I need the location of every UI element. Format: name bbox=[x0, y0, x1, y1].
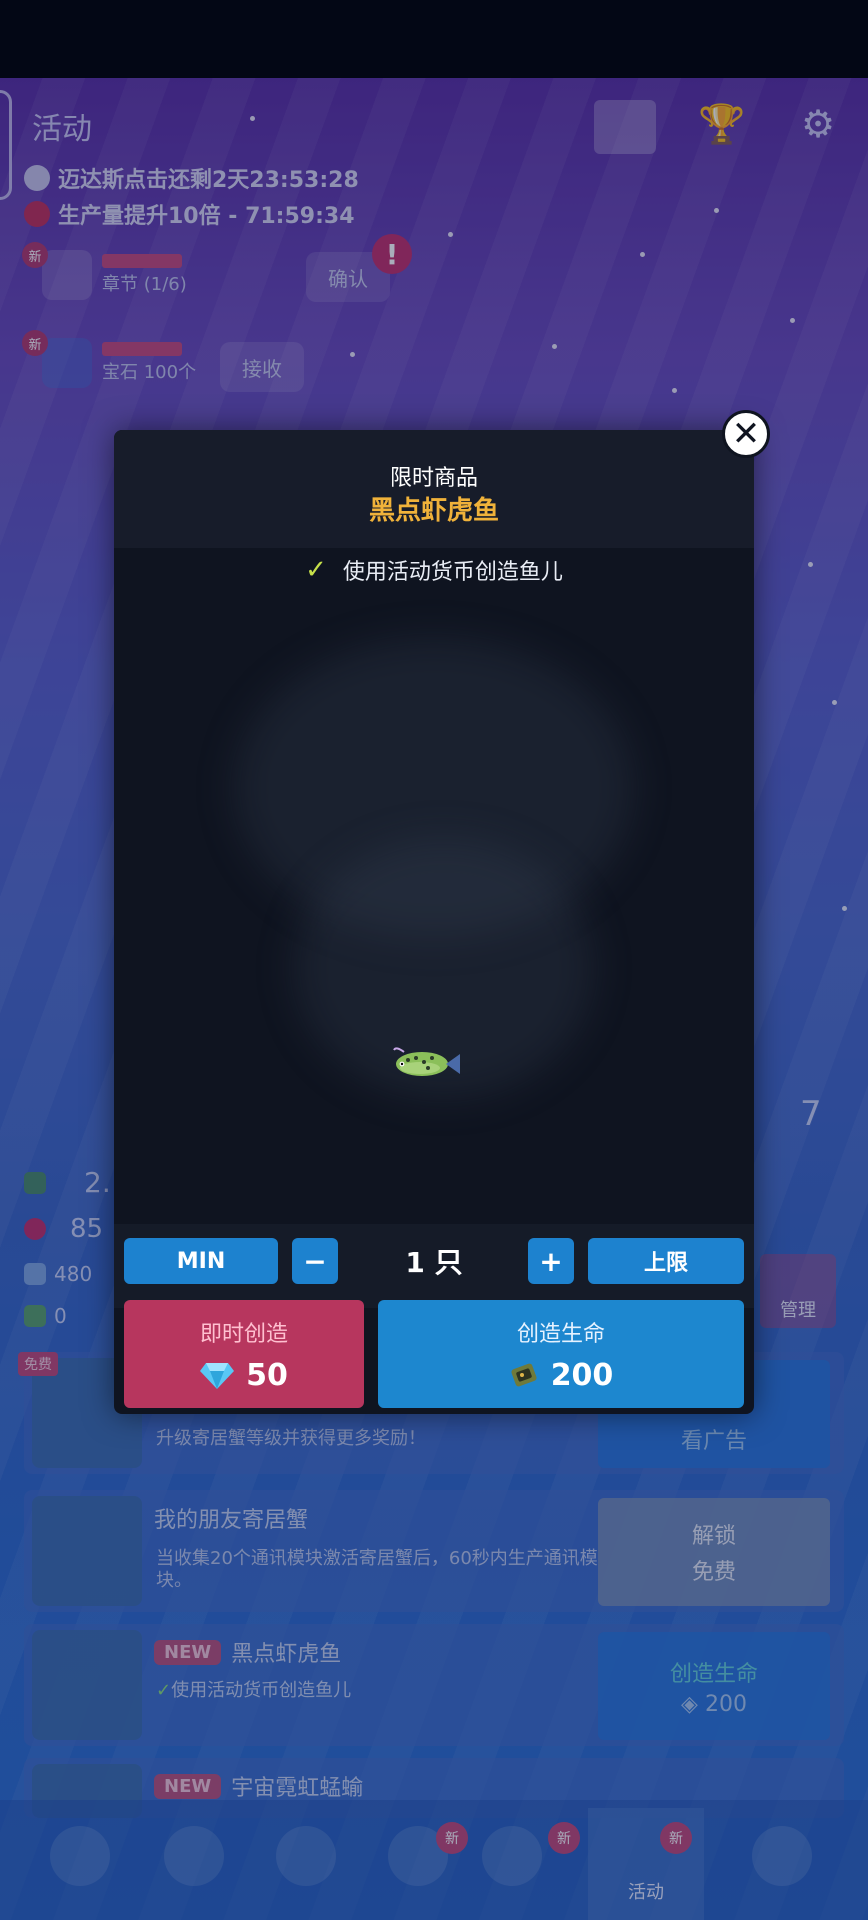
modal-header: 限时商品 黑点虾虎鱼 bbox=[114, 430, 754, 548]
modal-subtitle: 限时商品 bbox=[389, 466, 478, 491]
goby-fish-icon bbox=[393, 1047, 460, 1076]
create-life-cost: 200 bbox=[509, 1357, 614, 1393]
limited-item-modal: 限时商品 黑点虾虎鱼 ✓ 使用活动货币创造鱼儿 MIN − 1 只 + 上限 即 bbox=[114, 430, 754, 1414]
create-life-cost-value: 200 bbox=[550, 1357, 614, 1393]
minus-button[interactable]: − bbox=[292, 1238, 338, 1284]
close-button[interactable]: ✕ bbox=[722, 410, 770, 458]
instant-cost-value: 50 bbox=[246, 1357, 288, 1393]
modal-check-row: ✓ 使用活动货币创造鱼儿 bbox=[114, 554, 754, 586]
event-currency-icon bbox=[511, 1363, 537, 1387]
check-text: 使用活动货币创造鱼儿 bbox=[342, 560, 563, 585]
quantity-value: 1 只 bbox=[405, 1246, 463, 1279]
gem-icon bbox=[200, 1363, 235, 1389]
max-button[interactable]: 上限 bbox=[588, 1238, 744, 1284]
instant-create-cost: 50 bbox=[200, 1358, 288, 1393]
min-button[interactable]: MIN bbox=[124, 1238, 278, 1284]
fish-preview bbox=[114, 598, 754, 1218]
instant-create-button[interactable]: 即时创造 50 bbox=[124, 1300, 364, 1408]
create-life-label: 创造生命 bbox=[516, 1321, 605, 1347]
create-life-button[interactable]: 创造生命 200 bbox=[378, 1300, 744, 1408]
quantity-bar: MIN − 1 只 + 上限 bbox=[114, 1224, 754, 1308]
modal-title: 黑点虾虎鱼 bbox=[368, 496, 499, 526]
plus-button[interactable]: + bbox=[528, 1238, 574, 1284]
instant-create-label: 即时创造 bbox=[199, 1321, 288, 1347]
check-icon: ✓ bbox=[305, 555, 327, 585]
